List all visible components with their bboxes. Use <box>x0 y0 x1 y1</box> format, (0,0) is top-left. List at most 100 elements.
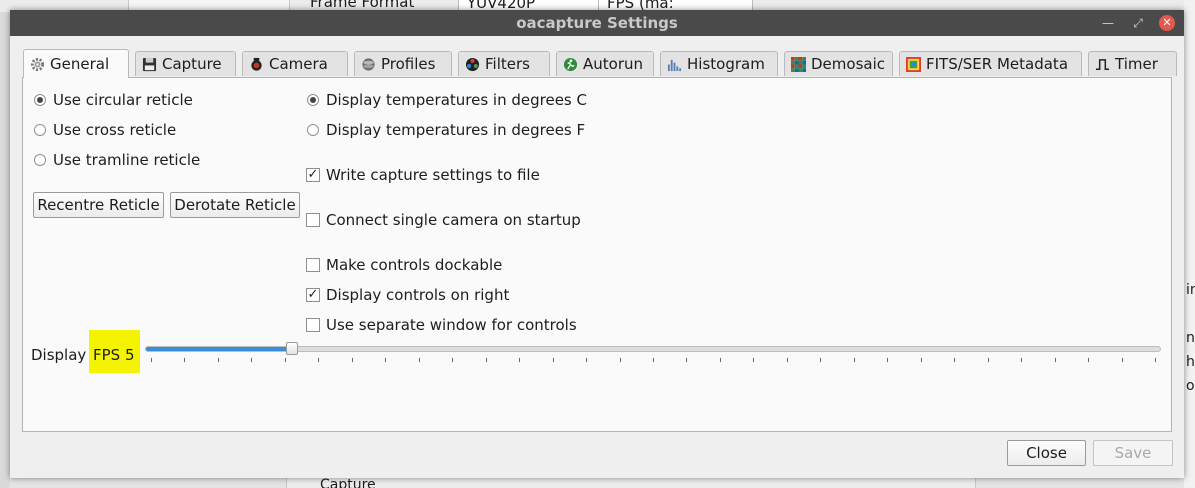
save-button[interactable]: Save <box>1093 440 1173 466</box>
bayer-grid-icon <box>791 56 806 72</box>
tab-general[interactable]: General <box>23 49 129 78</box>
checkbox-separate-window-controls[interactable]: Use separate window for controls <box>306 316 577 334</box>
tab-label: FITS/SER Metadata <box>926 55 1069 73</box>
slider-tick <box>519 358 521 362</box>
radio-circular-reticle[interactable]: Use circular reticle <box>34 91 193 109</box>
slider-tick <box>954 358 956 362</box>
option-label: Use tramline reticle <box>53 151 201 169</box>
background-bottom-text: Capture <box>320 478 376 488</box>
checkbox-indicator[interactable] <box>306 258 320 272</box>
tab-label: Capture <box>162 55 222 73</box>
option-label: Use separate window for controls <box>326 316 577 334</box>
tab-timer[interactable]: Timer <box>1088 51 1177 76</box>
radio-indicator[interactable] <box>34 124 46 136</box>
tab-capture[interactable]: Capture <box>135 51 236 76</box>
slider-tick <box>653 358 654 362</box>
close-window-icon[interactable]: ✕ <box>1159 15 1175 31</box>
slider-tick <box>753 358 755 362</box>
radio-temperature-celsius[interactable]: Display temperatures in degrees C <box>307 91 587 109</box>
background-right-text: h. <box>1186 354 1195 370</box>
tab-histogram[interactable]: Histogram <box>660 51 778 76</box>
slider-tick <box>385 358 387 362</box>
checkbox-indicator[interactable]: ✓ <box>306 288 320 302</box>
tab-filters[interactable]: Filters <box>458 51 550 76</box>
slider-tick <box>1155 358 1156 362</box>
slider-tick <box>1021 358 1023 362</box>
radio-tramline-reticle[interactable]: Use tramline reticle <box>34 151 200 169</box>
slider-tick <box>719 358 721 362</box>
slider-tick <box>251 358 253 362</box>
option-label: Display temperatures in degrees C <box>326 91 587 109</box>
checkbox-indicator[interactable] <box>306 213 320 227</box>
radio-temperature-fahrenheit[interactable]: Display temperatures in degrees F <box>307 121 585 139</box>
tab-profiles[interactable]: Profiles <box>354 51 452 76</box>
slider-tick <box>853 358 855 362</box>
tab-label: Autorun <box>583 55 644 73</box>
checkbox-write-capture-settings[interactable]: ✓ Write capture settings to file <box>306 166 540 184</box>
option-label: Use circular reticle <box>53 91 193 109</box>
slider-tick <box>1121 358 1123 362</box>
tab-autorun[interactable]: Autorun <box>556 51 654 76</box>
general-tab-panel <box>22 77 1172 432</box>
tab-label: Histogram <box>687 55 765 73</box>
slider-tick <box>586 358 588 362</box>
background-right-strip <box>1184 0 1195 488</box>
radio-indicator[interactable] <box>307 124 319 136</box>
run-icon <box>563 57 578 71</box>
tab-label: Profiles <box>381 55 436 73</box>
fps-slider-handle[interactable] <box>286 342 299 355</box>
floppy-disk-icon <box>142 57 157 71</box>
tab-label: General <box>50 55 110 73</box>
slider-tick <box>920 358 922 362</box>
option-label: Make controls dockable <box>326 256 503 274</box>
tab-camera[interactable]: Camera <box>242 51 348 76</box>
close-button[interactable]: Close <box>1007 440 1086 466</box>
settings-dialog: oacapture Settings — ⤢ ✕ General Capture… <box>10 10 1184 478</box>
checkbox-connect-single-camera[interactable]: Connect single camera on startup <box>306 211 581 229</box>
slider-tick <box>1088 358 1090 362</box>
derotate-reticle-button[interactable]: Derotate Reticle <box>170 192 300 218</box>
recentre-reticle-button[interactable]: Recentre Reticle <box>33 192 164 218</box>
checkbox-make-controls-dockable[interactable]: Make controls dockable <box>306 256 502 274</box>
slider-tick <box>552 358 554 362</box>
maximize-icon[interactable]: ⤢ <box>1130 15 1146 31</box>
tab-label: Camera <box>269 55 328 73</box>
radio-indicator[interactable] <box>307 94 319 106</box>
gear-icon <box>30 57 45 71</box>
slider-tick <box>318 358 320 362</box>
option-label: Display controls on right <box>326 286 510 304</box>
tab-label: Timer <box>1115 55 1158 73</box>
title-bar[interactable]: oacapture Settings — ⤢ ✕ <box>10 10 1184 36</box>
background-right-text: or <box>1186 378 1195 394</box>
option-label: Display temperatures in degrees F <box>326 121 586 139</box>
radio-indicator[interactable] <box>34 154 46 166</box>
slider-tick <box>485 358 487 362</box>
slider-tick <box>418 358 420 362</box>
disk-stack-icon <box>362 57 375 71</box>
tab-demosaic[interactable]: Demosaic <box>784 51 893 76</box>
tab-fits-ser-metadata[interactable]: FITS/SER Metadata <box>899 51 1082 76</box>
radio-cross-reticle[interactable]: Use cross reticle <box>34 121 176 139</box>
background-frame-format-label: Frame Format <box>310 0 415 11</box>
slider-tick <box>820 358 822 362</box>
slider-tick <box>452 358 454 362</box>
slider-tick <box>217 358 219 362</box>
option-label: Use cross reticle <box>53 121 177 139</box>
option-label: Write capture settings to file <box>326 166 540 184</box>
checkbox-indicator[interactable]: ✓ <box>306 168 320 182</box>
slider-tick <box>151 358 152 362</box>
background-left-strip <box>0 12 10 488</box>
camera-icon <box>251 57 262 71</box>
slider-tick <box>686 358 688 362</box>
slider-tick <box>351 358 353 362</box>
dialog-title: oacapture Settings <box>516 14 678 32</box>
slider-tick <box>887 358 889 362</box>
checkbox-indicator[interactable] <box>306 318 320 332</box>
fps-slider-ticks <box>10 358 1184 364</box>
slider-tick <box>184 358 186 362</box>
minimize-icon[interactable]: — <box>1100 15 1116 31</box>
slider-tick <box>987 358 989 362</box>
checkbox-display-controls-on-right[interactable]: ✓ Display controls on right <box>306 286 509 304</box>
filter-wheel-icon <box>465 57 480 71</box>
radio-indicator[interactable] <box>34 94 46 106</box>
